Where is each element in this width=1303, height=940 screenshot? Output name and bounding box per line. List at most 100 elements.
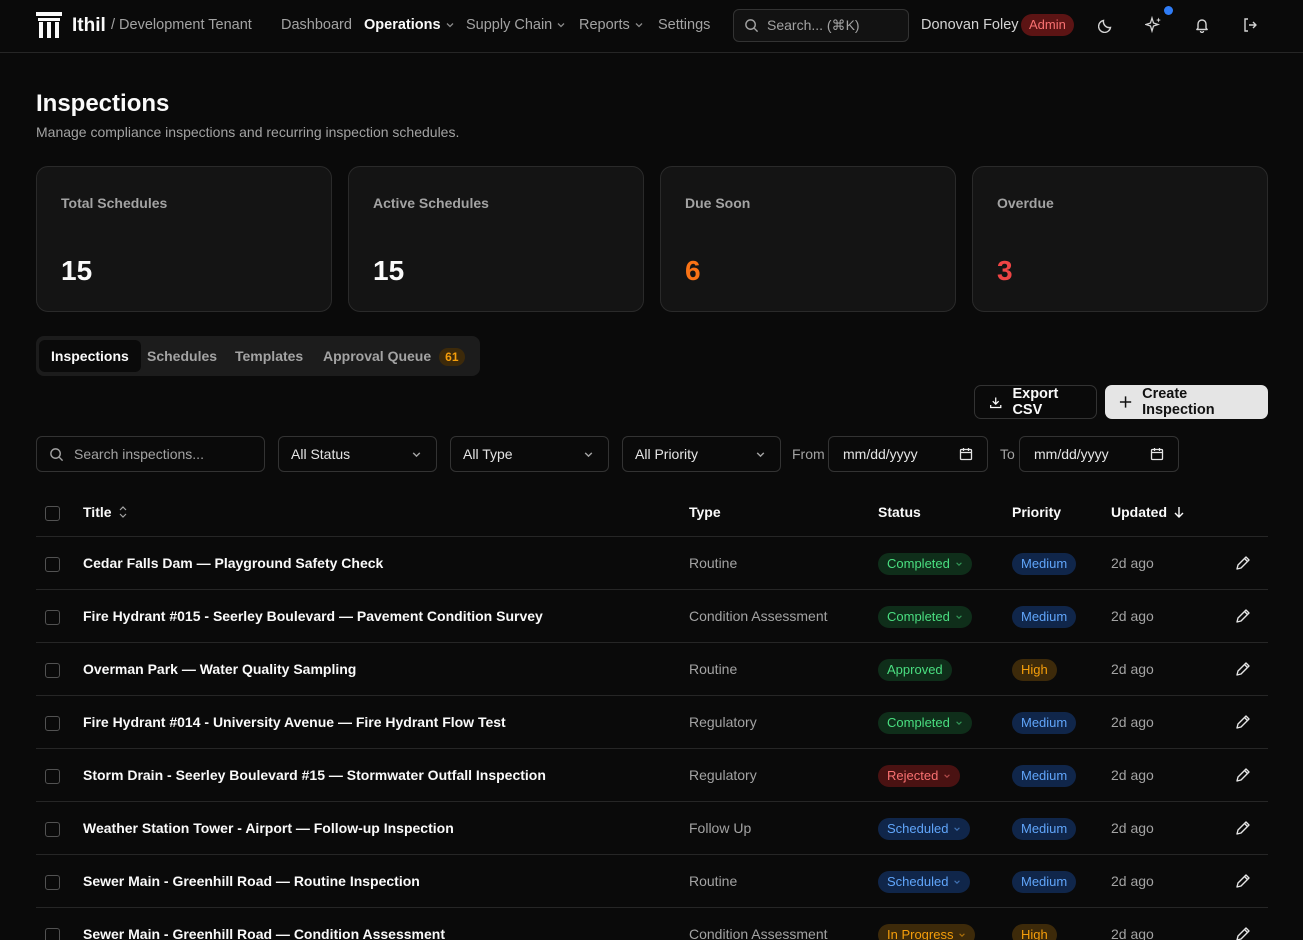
tab-approval-queue[interactable]: Approval Queue 61 — [311, 340, 477, 372]
top-navbar: Ithil / Development Tenant Dashboard Oper… — [0, 0, 1303, 53]
user-name[interactable]: Donovan Foley — [921, 17, 1019, 33]
inspection-search-input[interactable]: Search inspections... — [36, 436, 265, 472]
theme-toggle-button[interactable] — [1096, 15, 1116, 35]
calendar-icon[interactable] — [959, 447, 973, 461]
role-badge: Admin — [1021, 14, 1074, 36]
row-type: Regulatory — [689, 767, 757, 783]
priority-badge: Medium — [1012, 871, 1077, 893]
row-updated: 2d ago — [1111, 873, 1154, 889]
column-type[interactable]: Type — [689, 504, 721, 520]
create-inspection-button[interactable]: Create Inspection — [1105, 385, 1268, 419]
row-type: Follow Up — [689, 820, 752, 836]
pencil-icon[interactable] — [1234, 713, 1252, 731]
status-badge[interactable]: Rejected — [878, 765, 961, 787]
column-priority[interactable]: Priority — [1012, 504, 1061, 520]
to-date-label: To — [1000, 446, 1015, 462]
pencil-icon[interactable] — [1234, 766, 1252, 784]
inspection-search-placeholder: Search inspections... — [74, 446, 204, 462]
priority-filter-select[interactable]: All Priority — [622, 436, 781, 472]
app-logo-icon[interactable] — [36, 11, 62, 39]
global-search-input[interactable]: Search... (⌘K) — [733, 9, 909, 42]
pencil-icon[interactable] — [1234, 872, 1252, 890]
tab-inspections[interactable]: Inspections — [39, 340, 141, 372]
column-status[interactable]: Status — [878, 504, 921, 520]
row-checkbox[interactable] — [45, 928, 60, 940]
nav-item-supply-chain[interactable]: Supply Chain — [466, 17, 566, 33]
row-title[interactable]: Fire Hydrant #014 - University Avenue — … — [83, 714, 506, 730]
stat-label: Active Schedules — [373, 195, 489, 211]
search-icon — [745, 19, 759, 33]
stat-value: 6 — [685, 255, 701, 286]
status-badge[interactable]: Completed — [878, 553, 972, 575]
row-checkbox[interactable] — [45, 716, 60, 731]
table-row[interactable]: Cedar Falls Dam — Playground Safety Chec… — [36, 537, 1268, 590]
table-row[interactable]: Overman Park — Water Quality Sampling Ro… — [36, 643, 1268, 696]
pencil-icon[interactable] — [1234, 819, 1252, 837]
tab-templates[interactable]: Templates — [223, 340, 315, 372]
column-updated[interactable]: Updated — [1111, 504, 1185, 520]
nav-item-dashboard[interactable]: Dashboard — [281, 17, 352, 33]
table-row[interactable]: Sewer Main - Greenhill Road — Routine In… — [36, 855, 1268, 908]
download-icon — [990, 396, 1002, 408]
tab-schedules[interactable]: Schedules — [135, 340, 229, 372]
chevron-down-icon — [635, 23, 643, 28]
pencil-icon[interactable] — [1234, 554, 1252, 572]
approval-queue-count: 61 — [439, 348, 465, 366]
row-title[interactable]: Weather Station Tower - Airport — Follow… — [83, 820, 454, 836]
row-title[interactable]: Overman Park — Water Quality Sampling — [83, 661, 356, 677]
row-checkbox[interactable] — [45, 769, 60, 784]
table-row[interactable]: Fire Hydrant #014 - University Avenue — … — [36, 696, 1268, 749]
type-filter-select[interactable]: All Type — [450, 436, 609, 472]
row-title[interactable]: Sewer Main - Greenhill Road — Routine In… — [83, 873, 420, 889]
to-date-input[interactable]: mm/dd/yyyy — [1019, 436, 1179, 472]
ai-assistant-button[interactable] — [1144, 15, 1164, 35]
status-badge[interactable]: Scheduled — [878, 818, 971, 840]
export-csv-button[interactable]: Export CSV — [974, 385, 1097, 419]
moon-icon — [1098, 19, 1112, 33]
stat-value: 3 — [997, 255, 1013, 286]
row-updated: 2d ago — [1111, 608, 1154, 624]
stat-value: 15 — [61, 255, 93, 286]
nav-item-reports[interactable]: Reports — [579, 17, 644, 33]
table-row[interactable]: Storm Drain - Seerley Boulevard #15 — St… — [36, 749, 1268, 802]
row-title[interactable]: Storm Drain - Seerley Boulevard #15 — St… — [83, 767, 546, 783]
pencil-icon[interactable] — [1234, 925, 1252, 940]
status-badge[interactable]: In Progress — [878, 924, 976, 940]
status-badge[interactable]: Completed — [878, 606, 972, 628]
row-checkbox[interactable] — [45, 875, 60, 890]
status-badge: Approved — [878, 659, 952, 681]
brand-name[interactable]: Ithil — [72, 15, 106, 37]
row-title[interactable]: Sewer Main - Greenhill Road — Condition … — [83, 926, 445, 940]
logout-button[interactable] — [1240, 15, 1260, 35]
page-title: Inspections — [36, 90, 170, 117]
row-checkbox[interactable] — [45, 822, 60, 837]
tab-list: Inspections Schedules Templates Approval… — [36, 336, 480, 376]
calendar-icon[interactable] — [1150, 447, 1164, 461]
stat-label: Total Schedules — [61, 195, 168, 211]
stat-label: Due Soon — [685, 195, 751, 211]
status-filter-select[interactable]: All Status — [278, 436, 437, 472]
from-date-input[interactable]: mm/dd/yyyy — [828, 436, 988, 472]
notifications-button[interactable] — [1192, 15, 1212, 35]
column-title[interactable]: Title — [83, 504, 128, 520]
table-row[interactable]: Fire Hydrant #015 - Seerley Boulevard — … — [36, 590, 1268, 643]
row-checkbox[interactable] — [45, 557, 60, 572]
table-row[interactable]: Sewer Main - Greenhill Road — Condition … — [36, 908, 1268, 940]
row-checkbox[interactable] — [45, 663, 60, 678]
bell-icon — [1196, 19, 1208, 33]
select-all-checkbox[interactable] — [45, 506, 60, 521]
plus-icon — [1119, 396, 1132, 408]
pencil-icon[interactable] — [1234, 660, 1252, 678]
status-badge[interactable]: Scheduled — [878, 871, 971, 893]
table-row[interactable]: Weather Station Tower - Airport — Follow… — [36, 802, 1268, 855]
row-checkbox[interactable] — [45, 610, 60, 625]
stat-card-total-schedules: Total Schedules 15 — [36, 166, 332, 312]
status-badge[interactable]: Completed — [878, 712, 972, 734]
row-title[interactable]: Cedar Falls Dam — Playground Safety Chec… — [83, 555, 383, 571]
priority-badge: Medium — [1012, 553, 1077, 575]
logout-icon — [1244, 18, 1257, 32]
nav-item-operations[interactable]: Operations — [364, 17, 455, 33]
nav-item-settings[interactable]: Settings — [658, 17, 710, 33]
pencil-icon[interactable] — [1234, 607, 1252, 625]
row-title[interactable]: Fire Hydrant #015 - Seerley Boulevard — … — [83, 608, 543, 624]
